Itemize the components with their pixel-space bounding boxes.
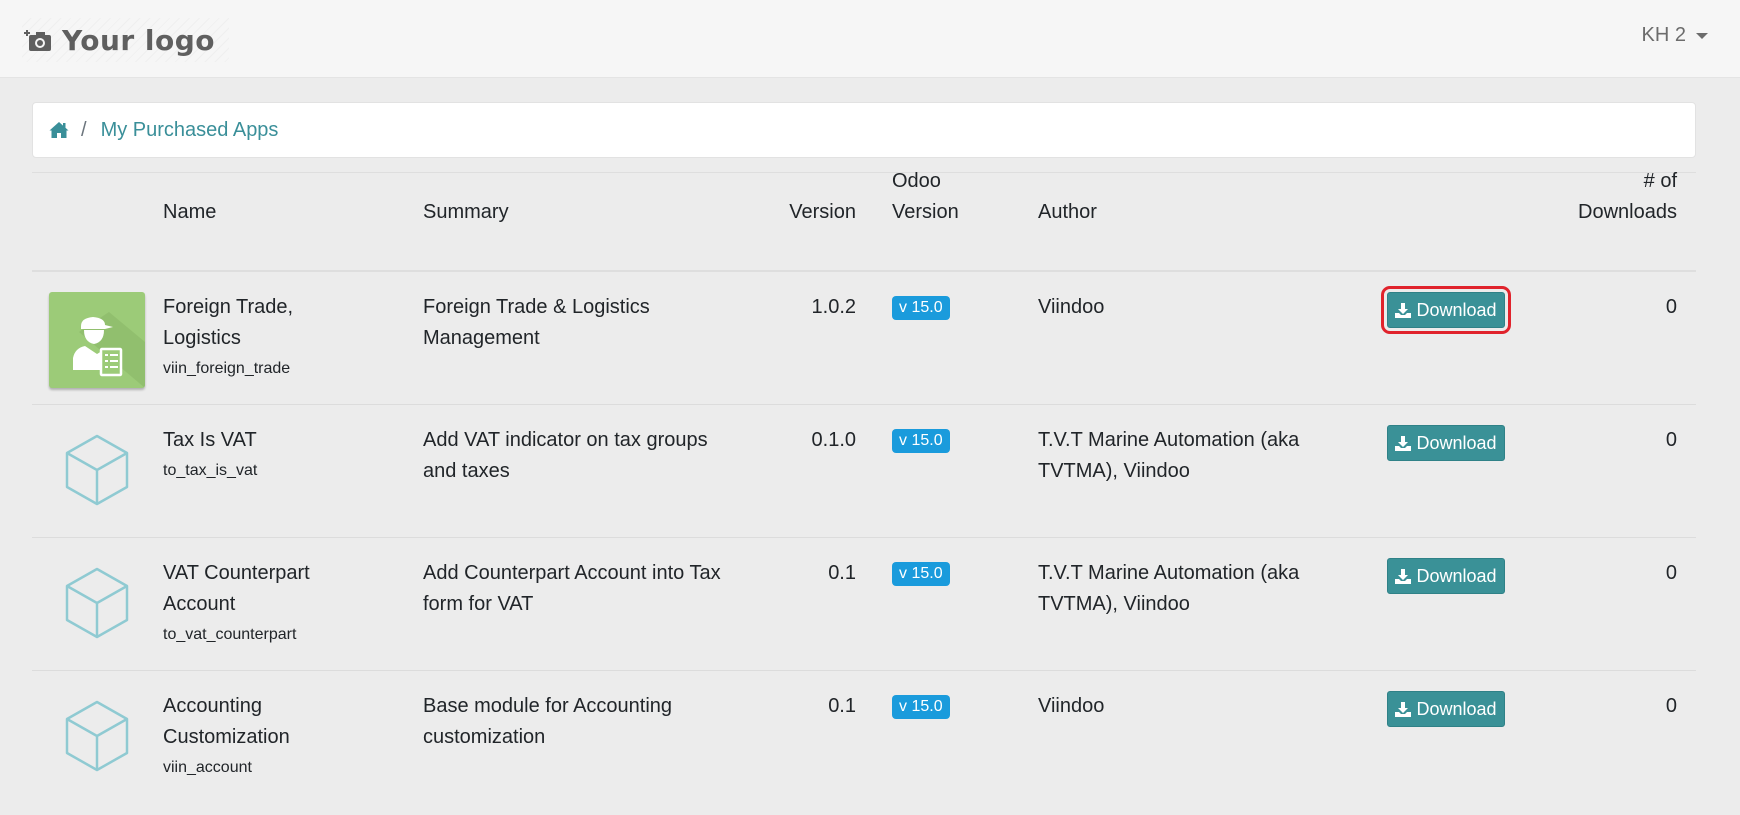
table-row: Accounting Customization viin_account Ba… <box>32 671 1696 804</box>
home-icon[interactable] <box>49 121 69 139</box>
table-row: Tax Is VAT to_tax_is_vat Add VAT indicat… <box>32 405 1696 538</box>
table-row: Foreign Trade, Logistics viin_foreign_tr… <box>32 272 1696 405</box>
author-text: T.V.T Marine Automation (aka <box>1038 429 1300 451</box>
summary-cell: Foreign Trade & Logistics Management <box>423 292 650 354</box>
header-odoo-version-line2: Version <box>892 201 959 223</box>
summary-text: and taxes <box>423 460 510 482</box>
author-cell: Viindoo <box>1038 292 1104 323</box>
summary-text: Add Counterpart Account into Tax <box>423 562 721 584</box>
downloads-count: 0 <box>1665 695 1677 717</box>
author-text: TVTMA), Viindoo <box>1038 460 1190 482</box>
odoo-version-badge: v 15.0 <box>892 695 950 719</box>
technical-name: viin_account <box>163 759 252 776</box>
navbar: Your logo KH 2 <box>0 0 1740 78</box>
version-cell: 0.1.0 <box>811 429 856 451</box>
app-name[interactable]: VAT Counterpart <box>163 558 310 589</box>
app-name-cell: Accounting Customization viin_account <box>163 691 290 783</box>
author-text: Viindoo <box>1038 695 1105 717</box>
app-name-cell: Foreign Trade, Logistics viin_foreign_tr… <box>163 292 293 384</box>
logo[interactable]: Your logo <box>22 18 230 62</box>
download-icon <box>1395 302 1412 318</box>
download-icon <box>1395 435 1412 451</box>
technical-name: to_tax_is_vat <box>163 462 258 479</box>
header-downloads-line1: # of <box>1643 170 1677 192</box>
summary-cell: Add VAT indicator on tax groups and taxe… <box>423 425 708 487</box>
odoo-version-badge: v 15.0 <box>892 296 950 320</box>
author-cell: T.V.T Marine Automation (aka TVTMA), Vii… <box>1038 425 1299 487</box>
summary-text: customization <box>423 726 546 748</box>
author-text: T.V.T Marine Automation (aka <box>1038 562 1300 584</box>
logo-text: Your logo <box>62 23 216 57</box>
header-odoo-version-line1: Odoo <box>892 170 941 192</box>
app-name[interactable]: Account <box>163 589 310 620</box>
technical-name: to_vat_counterpart <box>163 626 297 643</box>
author-text: TVTMA), Viindoo <box>1038 593 1190 615</box>
downloads-count: 0 <box>1665 562 1677 584</box>
breadcrumb: / My Purchased Apps <box>32 102 1696 158</box>
cube-icon[interactable] <box>49 425 145 521</box>
download-label: Download <box>1416 698 1497 719</box>
version-cell: 0.1 <box>828 695 856 717</box>
technical-name: viin_foreign_trade <box>163 360 291 377</box>
download-label: Download <box>1416 432 1497 453</box>
author-text: Viindoo <box>1038 296 1105 318</box>
foreign-trade-icon[interactable] <box>49 292 145 388</box>
downloads-count: 0 <box>1665 429 1677 451</box>
table-header: Name Summary Version Odoo Version Author… <box>32 170 1696 272</box>
summary-text: Base module for Accounting <box>423 695 673 717</box>
purchased-apps-table: Name Summary Version Odoo Version Author… <box>32 170 1696 804</box>
app-name-cell: Tax Is VAT to_tax_is_vat <box>163 425 257 486</box>
download-button[interactable]: Download <box>1387 558 1505 594</box>
header-author: Author <box>1038 201 1097 223</box>
caret-down-icon <box>1696 32 1708 39</box>
download-icon <box>1395 701 1412 717</box>
author-cell: T.V.T Marine Automation (aka TVTMA), Vii… <box>1038 558 1299 620</box>
odoo-version-badge: v 15.0 <box>892 429 950 453</box>
header-downloads-line2: Downloads <box>1578 201 1677 223</box>
download-button[interactable]: Download <box>1381 286 1511 334</box>
author-cell: Viindoo <box>1038 691 1104 722</box>
version-cell: 0.1 <box>828 562 856 584</box>
breadcrumb-separator: / <box>81 118 87 141</box>
version-cell: 1.0.2 <box>811 296 856 318</box>
cube-icon[interactable] <box>49 558 145 654</box>
download-icon <box>1395 568 1412 584</box>
app-name[interactable]: Logistics <box>163 323 293 354</box>
header-name: Name <box>163 201 217 223</box>
summary-text: form for VAT <box>423 593 534 615</box>
app-name[interactable]: Foreign Trade, <box>163 292 293 323</box>
app-name[interactable]: Customization <box>163 722 290 753</box>
app-name[interactable]: Accounting <box>163 691 290 722</box>
cube-icon[interactable] <box>49 691 145 787</box>
summary-text: Add VAT indicator on tax groups <box>423 429 708 451</box>
downloads-count: 0 <box>1665 296 1677 318</box>
summary-cell: Base module for Accounting customization <box>423 691 672 753</box>
summary-text: Foreign Trade & Logistics <box>423 296 650 318</box>
table-row: VAT Counterpart Account to_vat_counterpa… <box>32 538 1696 671</box>
app-name-cell: VAT Counterpart Account to_vat_counterpa… <box>163 558 310 650</box>
header-summary: Summary <box>423 201 509 223</box>
app-name[interactable]: Tax Is VAT <box>163 425 257 456</box>
odoo-version-badge: v 15.0 <box>892 562 950 586</box>
summary-cell: Add Counterpart Account into Tax form fo… <box>423 558 721 620</box>
user-menu-dropdown[interactable]: KH 2 <box>1642 24 1708 47</box>
download-label: Download <box>1416 565 1497 586</box>
user-name: KH 2 <box>1641 24 1686 46</box>
download-button[interactable]: Download <box>1387 425 1505 461</box>
camera-plus-icon <box>24 28 52 52</box>
download-button[interactable]: Download <box>1387 691 1505 727</box>
download-label: Download <box>1416 299 1497 320</box>
breadcrumb-my-purchased-apps[interactable]: My Purchased Apps <box>101 119 279 142</box>
summary-text: Management <box>423 327 540 349</box>
header-version: Version <box>789 201 856 223</box>
